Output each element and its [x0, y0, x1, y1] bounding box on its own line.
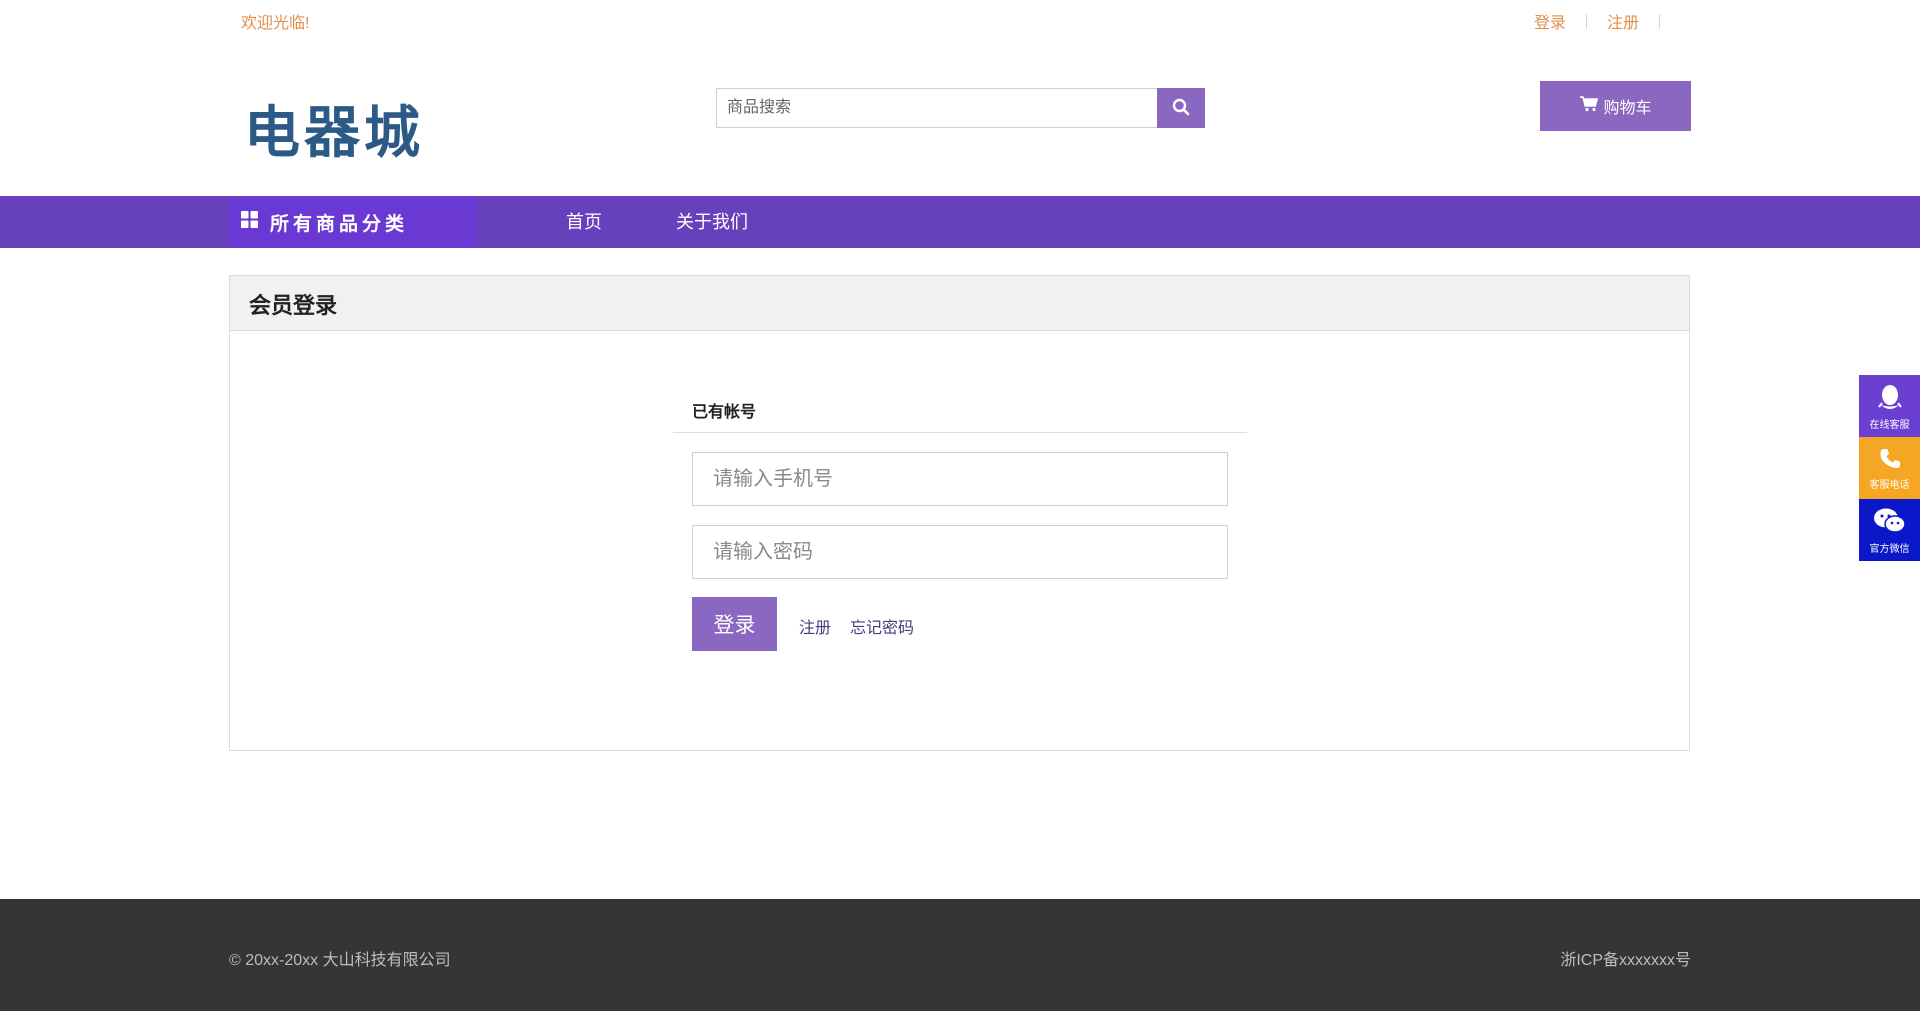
- register-link[interactable]: 注册: [799, 614, 831, 638]
- divider: [673, 432, 1247, 433]
- login-panel-header: [230, 276, 1689, 331]
- search-button[interactable]: [1157, 88, 1205, 128]
- nav-item-about[interactable]: 关于我们: [676, 196, 748, 248]
- wechat-label: 官方微信: [1869, 544, 1910, 555]
- online-service-widget[interactable]: 在线客服: [1859, 375, 1920, 437]
- online-service-label: 在线客服: [1869, 420, 1910, 431]
- service-phone-label: 客服电话: [1869, 480, 1910, 491]
- cart-label: 购物车: [1603, 100, 1652, 117]
- top-register-link[interactable]: 注册: [1607, 9, 1639, 33]
- search-input[interactable]: [716, 88, 1157, 128]
- grid-icon: [229, 210, 270, 234]
- top-login-link[interactable]: 登录: [1534, 9, 1566, 33]
- all-categories-button[interactable]: 所有商品分类: [229, 196, 477, 248]
- site-logo[interactable]: 电器城: [244, 88, 424, 169]
- login-subtitle: 已有帐号: [692, 404, 757, 421]
- wechat-icon: [1873, 507, 1907, 538]
- search-bar: [716, 88, 1205, 128]
- top-links: 登录 注册: [1534, 9, 1680, 33]
- cart-button[interactable]: 购物车: [1540, 81, 1691, 131]
- forgot-password-link[interactable]: 忘记密码: [850, 614, 914, 638]
- phone-input[interactable]: [692, 452, 1228, 506]
- divider: [1585, 13, 1587, 29]
- nav-item-home[interactable]: 首页: [566, 196, 602, 248]
- login-panel: [229, 275, 1690, 751]
- search-icon: [1172, 98, 1190, 119]
- cart-icon: [1579, 95, 1603, 117]
- footer-copyright: © 20xx-20xx 大山科技有限公司: [229, 952, 451, 969]
- page-title: 会员登录: [249, 293, 338, 318]
- service-phone-widget[interactable]: 客服电话: [1859, 437, 1920, 499]
- footer-icp[interactable]: 浙ICP备xxxxxxx号: [1560, 946, 1691, 970]
- divider: [1659, 13, 1660, 29]
- wechat-widget[interactable]: 官方微信: [1859, 499, 1920, 561]
- login-button[interactable]: 登录: [692, 597, 777, 651]
- phone-icon: [1878, 447, 1902, 474]
- welcome-text: 欢迎光临!: [241, 15, 310, 32]
- qq-penguin-icon: [1877, 383, 1903, 414]
- all-categories-label: 所有商品分类: [270, 213, 409, 235]
- password-input[interactable]: [692, 525, 1228, 579]
